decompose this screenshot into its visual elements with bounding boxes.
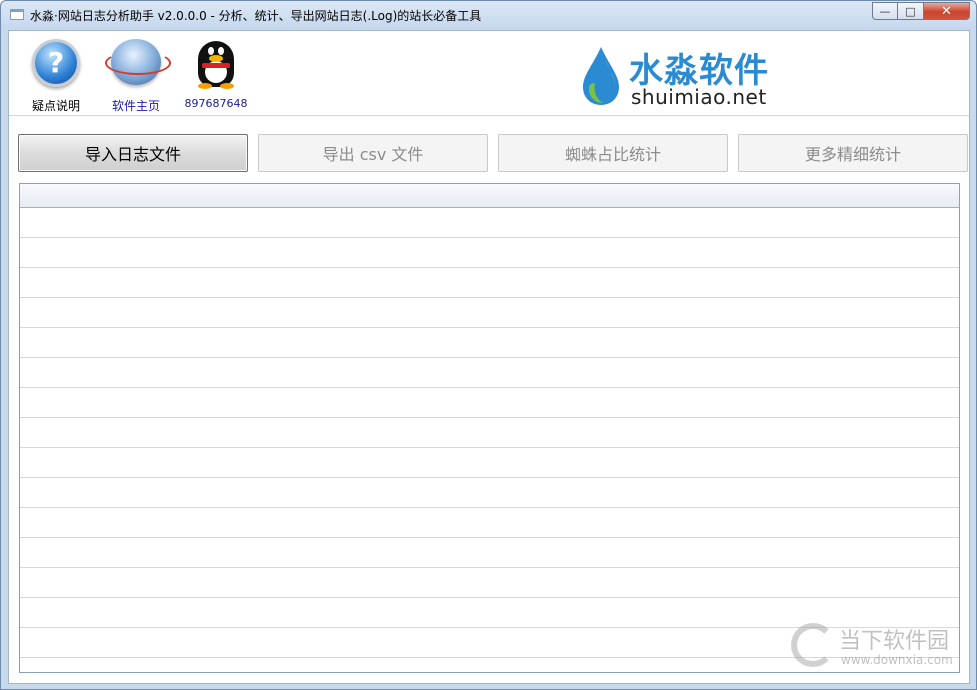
globe-icon — [105, 39, 171, 91]
toolbar-divider — [9, 115, 969, 116]
table-row[interactable] — [20, 568, 959, 598]
log-table[interactable] — [19, 183, 960, 673]
client-area: ? 疑点说明 软件主页 897687648 水淼软件 shuimiao.net … — [8, 30, 970, 684]
toolbar-item-homepage-label: 软件主页 — [111, 99, 160, 113]
table-row[interactable] — [20, 418, 959, 448]
table-row[interactable] — [20, 538, 959, 568]
water-drop-icon — [583, 47, 619, 105]
export-csv-button[interactable]: 导出 csv 文件 — [258, 134, 488, 172]
table-row[interactable] — [20, 508, 959, 538]
minimize-button[interactable]: — — [872, 2, 898, 20]
window-controls: — □ ✕ — [872, 2, 970, 20]
table-row[interactable] — [20, 208, 959, 238]
title-bar[interactable]: 水淼·网站日志分析助手 v2.0.0.0 - 分析、统计、导出网站日志(.Log… — [1, 1, 976, 29]
toolbar-item-qq-label: 897687648 — [184, 97, 248, 110]
spider-stats-button[interactable]: 蜘蛛占比统计 — [498, 134, 728, 172]
brand-domain: shuimiao.net — [631, 85, 767, 109]
table-row[interactable] — [20, 298, 959, 328]
toolbar-item-homepage[interactable]: 软件主页 — [101, 39, 171, 114]
watermark-name: 当下软件园 — [839, 629, 950, 654]
maximize-button[interactable]: □ — [898, 2, 924, 20]
table-row[interactable] — [20, 328, 959, 358]
close-button[interactable]: ✕ — [924, 2, 970, 20]
toolbar-item-qq[interactable]: 897687648 — [181, 39, 251, 110]
table-row[interactable] — [20, 358, 959, 388]
qq-penguin-icon — [190, 39, 242, 91]
watermark: 当下软件园 www.downxia.com — [791, 623, 961, 673]
table-header — [20, 184, 959, 208]
brand-logo: 水淼软件 shuimiao.net — [579, 41, 789, 111]
app-window: 水淼·网站日志分析助手 v2.0.0.0 - 分析、统计、导出网站日志(.Log… — [0, 0, 977, 690]
watermark-url: www.downxia.com — [841, 653, 953, 667]
window-title: 水淼·网站日志分析助手 v2.0.0.0 - 分析、统计、导出网站日志(.Log… — [30, 9, 482, 23]
table-row[interactable] — [20, 448, 959, 478]
help-icon: ? — [30, 39, 82, 91]
table-row[interactable] — [20, 478, 959, 508]
toolbar-item-help-label: 疑点说明 — [31, 99, 80, 113]
more-stats-button[interactable]: 更多精细统计 — [738, 134, 968, 172]
table-row[interactable] — [20, 238, 959, 268]
toolbar-item-help[interactable]: ? 疑点说明 — [21, 39, 91, 114]
import-log-button[interactable]: 导入日志文件 — [18, 134, 248, 172]
table-row[interactable] — [20, 268, 959, 298]
watermark-logo-icon — [791, 623, 835, 667]
app-icon — [10, 9, 24, 20]
table-row[interactable] — [20, 388, 959, 418]
